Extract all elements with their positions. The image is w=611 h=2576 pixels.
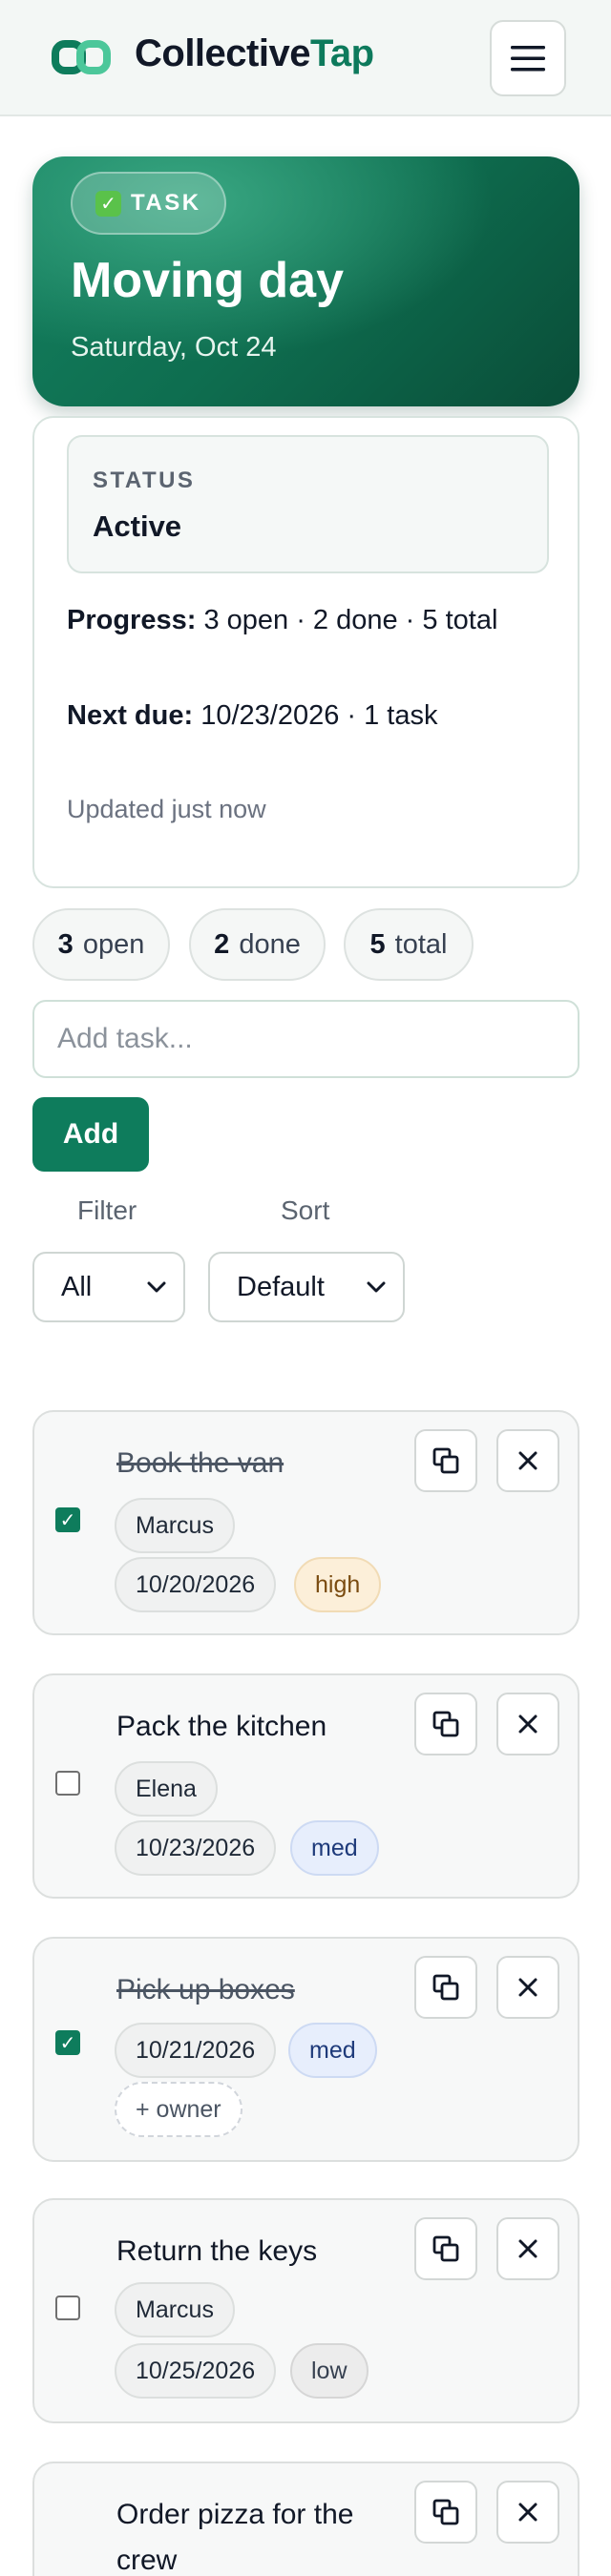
status-box: STATUS Active	[67, 435, 549, 573]
priority-tag[interactable]: med	[288, 2023, 377, 2078]
close-icon	[518, 1714, 537, 1734]
due-date-tag[interactable]: 10/20/2026	[115, 1557, 277, 1612]
task-title[interactable]: Order pizza for the crew	[116, 2492, 403, 2576]
brand-name-part1: Collective	[135, 32, 310, 74]
duplicate-button[interactable]	[414, 1429, 477, 1492]
close-icon	[518, 1978, 537, 1997]
task-type-badge: ✓ TASK	[71, 172, 226, 235]
delete-button[interactable]	[496, 1693, 559, 1755]
next-due-value: 10/23/2026 · 1 task	[200, 700, 438, 731]
close-icon	[518, 2503, 537, 2522]
task-card: ✓ Pick up boxes 10/21/2026 med + owner	[32, 1937, 579, 2162]
duplicate-button[interactable]	[414, 1956, 477, 2019]
sort-select-value: Default	[237, 1271, 325, 1302]
task-type-label: TASK	[131, 190, 201, 216]
task-done-checkbox[interactable]: ✓	[55, 1507, 80, 1532]
task-card: Order pizza for the crew	[32, 2462, 579, 2576]
task-done-checkbox[interactable]	[55, 2296, 80, 2320]
duplicate-button[interactable]	[414, 2217, 477, 2280]
brand-name-part2: Tap	[309, 32, 374, 74]
task-card: Return the keys Marcus 10/25/2026 low	[32, 2198, 579, 2423]
duplicate-button[interactable]	[414, 2481, 477, 2544]
page-title: Moving day	[71, 253, 345, 308]
close-icon	[518, 2239, 537, 2258]
copy-icon	[432, 1974, 459, 2001]
chevron-down-icon	[367, 1281, 386, 1293]
sort-label: Sort	[281, 1195, 330, 1225]
due-date-tag[interactable]: 10/23/2026	[115, 1820, 277, 1876]
copy-icon	[432, 2499, 459, 2525]
progress-line: Progress: 3 open · 2 done · 5 total	[67, 605, 497, 636]
chevron-down-icon	[147, 1281, 166, 1293]
count-number: 3	[57, 928, 74, 960]
hamburger-icon	[511, 46, 545, 72]
close-icon	[518, 1451, 537, 1470]
owner-tag[interactable]: Marcus	[115, 2282, 235, 2337]
task-title[interactable]: Pack the kitchen	[116, 1704, 403, 1750]
duplicate-button[interactable]	[414, 1693, 477, 1755]
copy-icon	[432, 1447, 459, 1474]
count-chip-total[interactable]: 5 total	[344, 908, 474, 981]
delete-button[interactable]	[496, 1956, 559, 2019]
task-hero-card: ✓ TASK Moving day Saturday, Oct 24	[32, 156, 579, 406]
task-info-card: STATUS Active Progress: 3 open · 2 done …	[32, 416, 579, 888]
priority-tag[interactable]: low	[290, 2343, 369, 2399]
count-chip-done[interactable]: 2 done	[189, 908, 326, 981]
top-bar: CollectiveTap	[0, 0, 611, 116]
sort-select[interactable]: Default	[208, 1252, 405, 1322]
priority-tag[interactable]: high	[294, 1557, 382, 1612]
copy-icon	[432, 2235, 459, 2262]
delete-button[interactable]	[496, 2481, 559, 2544]
task-done-checkbox[interactable]	[55, 1771, 80, 1796]
menu-button[interactable]	[490, 20, 566, 96]
count-label: open	[82, 928, 145, 960]
add-owner-button[interactable]: + owner	[115, 2082, 242, 2137]
count-number: 5	[369, 928, 386, 960]
task-title[interactable]: Pick up boxes	[116, 1967, 403, 2013]
owner-tag[interactable]: Elena	[115, 1761, 218, 1817]
due-date-tag[interactable]: 10/21/2026	[115, 2023, 277, 2078]
owner-tag[interactable]: Marcus	[115, 1498, 235, 1553]
delete-button[interactable]	[496, 1429, 559, 1492]
status-label: STATUS	[93, 467, 196, 493]
updated-text: Updated just now	[67, 795, 266, 823]
task-card: Pack the kitchen Elena 10/23/2026 med	[32, 1673, 579, 1899]
count-label: done	[239, 928, 301, 960]
filter-label: Filter	[77, 1195, 137, 1225]
filter-select[interactable]: All	[32, 1252, 185, 1322]
delete-button[interactable]	[496, 2217, 559, 2280]
due-date-tag[interactable]: 10/25/2026	[115, 2343, 277, 2399]
filter-select-value: All	[61, 1271, 93, 1302]
task-title[interactable]: Return the keys	[116, 2229, 403, 2275]
brand-name[interactable]: CollectiveTap	[135, 32, 374, 75]
status-value: Active	[93, 509, 182, 543]
progress-value: 3 open · 2 done · 5 total	[203, 605, 498, 635]
count-chip-open[interactable]: 3 open	[32, 908, 170, 981]
event-date: Saturday, Oct 24	[71, 332, 277, 363]
add-task-button[interactable]: Add	[32, 1097, 149, 1172]
check-mark-icon: ✓	[95, 190, 121, 217]
count-number: 2	[214, 928, 230, 960]
next-due-line: Next due: 10/23/2026 · 1 task	[67, 700, 438, 732]
task-done-checkbox[interactable]: ✓	[55, 2030, 80, 2055]
logo-icon	[52, 40, 111, 74]
next-due-label: Next due:	[67, 700, 194, 731]
task-card: ✓ Book the van Marcus 10/20/2026 high	[32, 1410, 579, 1635]
add-task-input[interactable]	[32, 1000, 579, 1078]
copy-icon	[432, 1711, 459, 1737]
priority-tag[interactable]: med	[290, 1820, 379, 1876]
progress-label: Progress:	[67, 605, 197, 635]
count-label: total	[394, 928, 448, 960]
task-title[interactable]: Book the van	[116, 1441, 403, 1486]
